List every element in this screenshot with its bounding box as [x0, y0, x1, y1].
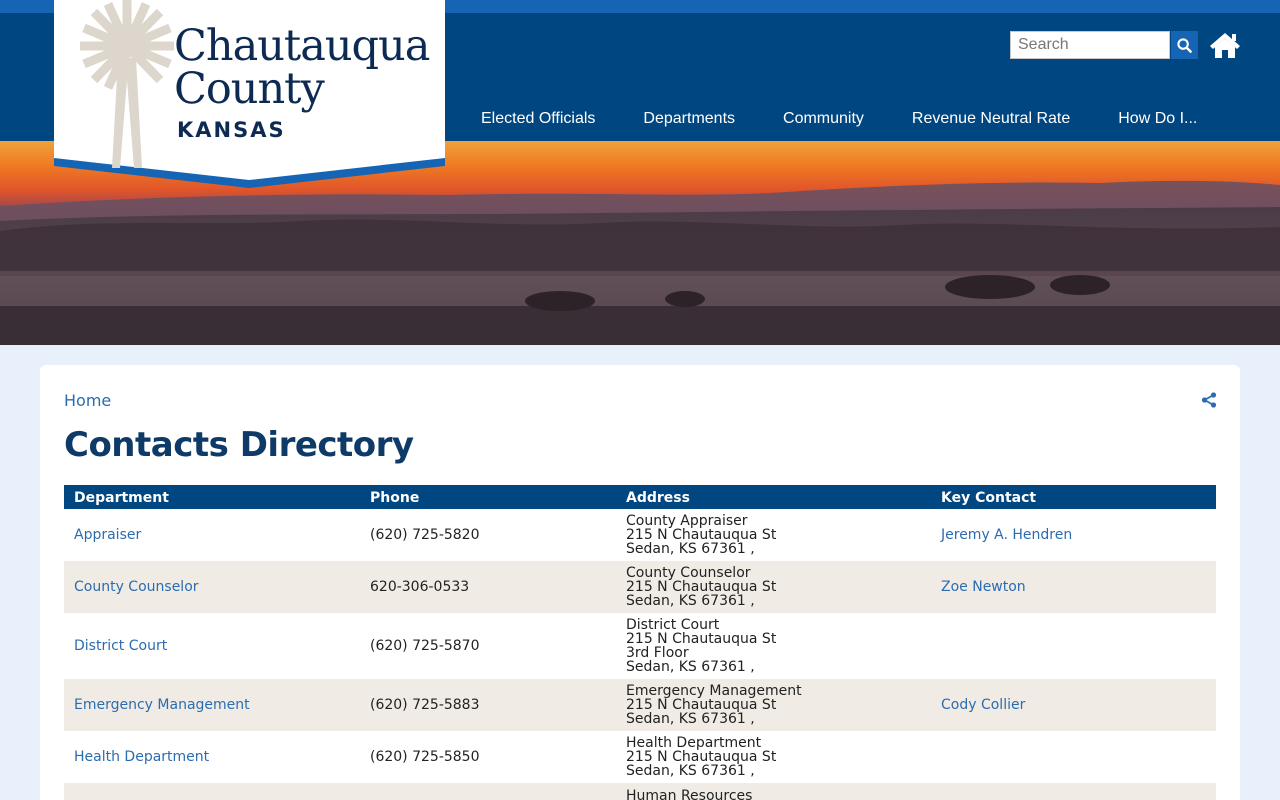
- col-header-phone[interactable]: Phone: [360, 485, 616, 509]
- logo-state: KANSAS: [177, 118, 286, 142]
- logo-name-line2: County: [174, 64, 325, 114]
- address-cell: District Court 215 N Chautauqua St 3rd F…: [616, 613, 931, 679]
- content-card: Home Contacts Directory Department Phone…: [40, 365, 1240, 800]
- address-cell: Emergency Management 215 N Chautauqua St…: [616, 679, 931, 731]
- address-line: 215 N Chautauqua St: [626, 527, 777, 543]
- address-line: Sedan, KS 67361 ,: [626, 659, 755, 675]
- phone-cell: (620) 725-5850: [370, 749, 480, 765]
- table-row: Health Department (620) 725-5850 Health …: [64, 731, 1216, 783]
- search-input[interactable]: [1010, 31, 1170, 59]
- address-cell: Human Resources: [616, 783, 931, 800]
- key-contact-link[interactable]: Cody Collier: [941, 697, 1025, 713]
- phone-cell: (620) 725-5883: [370, 697, 480, 713]
- department-link[interactable]: County Counselor: [74, 579, 199, 595]
- phone-cell: 620-306-0533: [370, 579, 470, 595]
- address-cell: Health Department 215 N Chautauqua St Se…: [616, 731, 931, 783]
- department-link[interactable]: Health Department: [74, 749, 209, 765]
- col-header-key-contact[interactable]: Key Contact: [931, 485, 1216, 509]
- address-line: Sedan, KS 67361 ,: [626, 763, 755, 779]
- address-cell: County Appraiser 215 N Chautauqua St Sed…: [616, 509, 931, 561]
- address-line: District Court: [626, 617, 720, 633]
- table-row: Appraiser (620) 725-5820 County Appraise…: [64, 509, 1216, 561]
- windmill-icon: [80, 0, 174, 168]
- address-line: Health Department: [626, 735, 762, 751]
- nav-elected-officials[interactable]: Elected Officials: [457, 104, 619, 136]
- share-icon[interactable]: [1201, 392, 1217, 408]
- address-line: Sedan, KS 67361 ,: [626, 711, 755, 727]
- address-line: County Counselor: [626, 565, 751, 581]
- home-link[interactable]: [1209, 30, 1241, 60]
- department-link[interactable]: Appraiser: [74, 527, 141, 543]
- key-contact-link[interactable]: Zoe Newton: [941, 579, 1026, 595]
- table-header-row: Department Phone Address Key Contact: [64, 485, 1216, 509]
- table-row: County Counselor 620-306-0533 County Cou…: [64, 561, 1216, 613]
- address-cell: County Counselor 215 N Chautauqua St Sed…: [616, 561, 931, 613]
- phone-cell: [360, 783, 616, 800]
- phone-cell: (620) 725-5870: [370, 638, 480, 654]
- col-header-department[interactable]: Department: [64, 485, 360, 509]
- search-icon: [1177, 37, 1192, 53]
- address-line: Sedan, KS 67361 ,: [626, 541, 755, 557]
- county-logo[interactable]: Chautauqua County KANSAS: [54, 0, 445, 190]
- col-header-address[interactable]: Address: [616, 485, 931, 509]
- nav-revenue-neutral-rate[interactable]: Revenue Neutral Rate: [888, 104, 1094, 136]
- address-line: County Appraiser: [626, 513, 748, 529]
- table-row: District Court (620) 725-5870 District C…: [64, 613, 1216, 679]
- address-line: Emergency Management: [626, 683, 802, 699]
- address-line: Human Resources: [626, 788, 753, 800]
- table-row: Emergency Management (620) 725-5883 Emer…: [64, 679, 1216, 731]
- logo-text: Chautauqua County KANSAS: [174, 21, 430, 142]
- table-row: Human Resources: [64, 783, 1216, 800]
- phone-cell: (620) 725-5820: [370, 527, 480, 543]
- address-line: 3rd Floor: [626, 645, 689, 661]
- contacts-table: Department Phone Address Key Contact App…: [64, 485, 1216, 800]
- main-nav: Elected Officials Departments Community …: [457, 104, 1221, 136]
- page-title: Contacts Directory: [64, 425, 414, 465]
- address-line: 215 N Chautauqua St: [626, 749, 777, 765]
- department-link[interactable]: Emergency Management: [74, 697, 250, 713]
- home-icon: [1210, 33, 1240, 58]
- nav-how-do-i[interactable]: How Do I...: [1094, 104, 1221, 136]
- nav-departments[interactable]: Departments: [619, 104, 759, 136]
- address-line: 215 N Chautauqua St: [626, 579, 777, 595]
- address-line: Sedan, KS 67361 ,: [626, 593, 755, 609]
- logo-name-line1: Chautauqua: [174, 21, 430, 71]
- address-line: 215 N Chautauqua St: [626, 631, 777, 647]
- nav-community[interactable]: Community: [759, 104, 888, 136]
- key-contact-link[interactable]: Jeremy A. Hendren: [941, 527, 1072, 543]
- breadcrumb-home[interactable]: Home: [64, 391, 111, 410]
- address-line: 215 N Chautauqua St: [626, 697, 777, 713]
- search-button[interactable]: [1171, 31, 1198, 59]
- department-link[interactable]: District Court: [74, 638, 167, 654]
